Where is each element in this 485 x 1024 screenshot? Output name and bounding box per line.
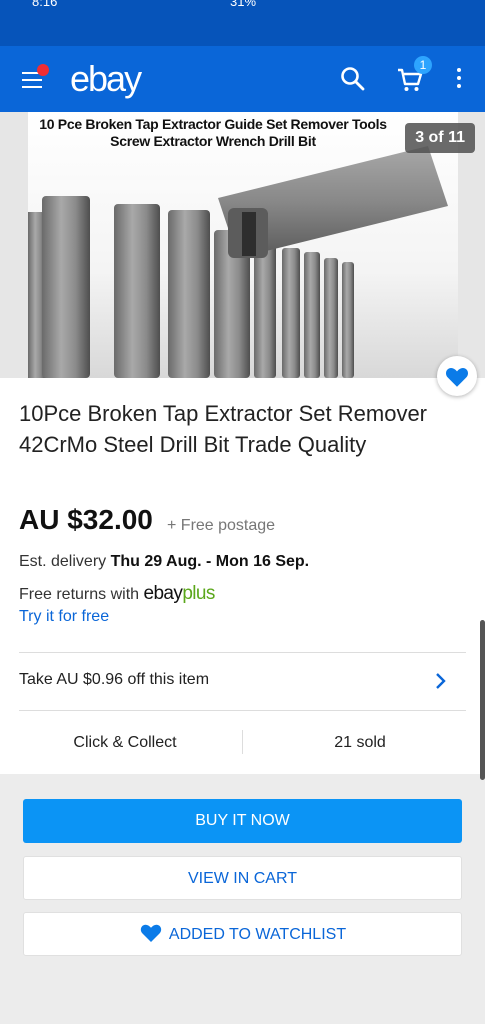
app-bar: ebay 1 [0,46,485,112]
ebayplus-ebay: ebay [143,583,183,604]
sold-count: 21 sold [334,734,386,751]
offer-row[interactable]: Take AU $0.96 off this item [19,671,209,689]
status-battery: 31% [230,0,257,9]
heart-icon [140,924,162,942]
ebayplus-logo: ebayplus [143,583,216,604]
system-nav-bar [0,968,485,1024]
watch-heart-button[interactable] [437,356,477,396]
divider [19,652,466,653]
caption-line-1: 10 Pce Broken Tap Extractor Guide Set Re… [39,116,387,132]
caption-line-2: Screw Extractor Wrench Drill Bit [110,133,316,149]
added-to-watchlist-button[interactable]: ADDED TO WATCHLIST [23,912,462,956]
delivery-label: Est. delivery [19,553,107,570]
price: AU $32.00 [19,504,153,535]
status-bar: 8:16 31% [0,0,485,46]
try-ebayplus-link[interactable]: Try it for free [19,608,109,626]
ebayplus-plus: plus [182,583,215,604]
image-counter: 3 of 11 [405,123,475,153]
search-icon[interactable] [340,66,366,92]
free-returns: Free returns with ebayplus [19,583,215,605]
chevron-right-icon[interactable] [434,672,448,690]
image-caption: 10 Pce Broken Tap Extractor Guide Set Re… [28,116,398,150]
delivery-dates: Thu 29 Aug. - Mon 16 Sep. [110,553,310,570]
view-in-cart-button[interactable]: VIEW IN CART [23,856,462,900]
product-image-gallery[interactable]: 10 Pce Broken Tap Extractor Guide Set Re… [0,112,485,378]
menu-icon[interactable] [22,64,49,88]
notification-dot [37,64,49,76]
status-time: 8:16 [32,0,58,9]
postage-info: + Free postage [167,517,276,534]
listing-details-card: 10Pce Broken Tap Extractor Set Remover 4… [0,378,485,774]
estimated-delivery: Est. delivery Thu 29 Aug. - Mon 16 Sep. [19,553,309,571]
watchlist-label: ADDED TO WATCHLIST [168,926,347,943]
scrollbar[interactable] [480,620,485,780]
heart-icon [445,368,469,387]
returns-label: Free returns with [19,586,140,603]
product-image[interactable]: 10 Pce Broken Tap Extractor Guide Set Re… [28,112,458,378]
buy-it-now-button[interactable]: BUY IT NOW [23,799,462,843]
divider [19,710,466,711]
ebay-logo[interactable]: ebay [70,58,142,100]
more-vert-icon[interactable] [456,68,462,90]
cart-count-badge: 1 [414,56,432,74]
product-photo [28,146,448,378]
click-collect: Click & Collect [73,734,177,751]
listing-title: 10Pce Broken Tap Extractor Set Remover 4… [19,401,428,457]
